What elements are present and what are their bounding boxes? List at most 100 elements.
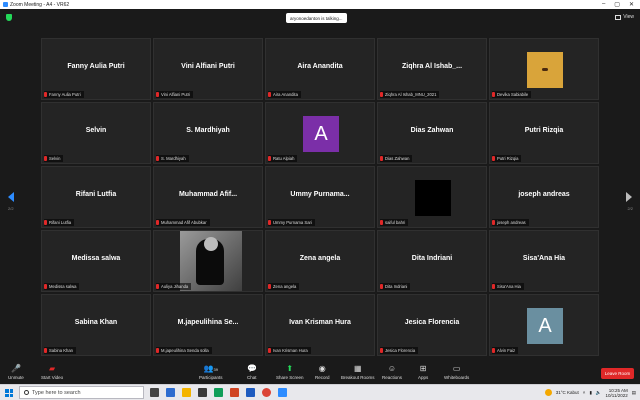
weather-text[interactable]: 31°C Kabut <box>556 390 579 395</box>
profile-picture-mark <box>542 68 548 71</box>
file-explorer-icon[interactable] <box>182 388 191 397</box>
view-button[interactable]: View <box>615 14 634 20</box>
taskbar-search-box[interactable]: Type here to search <box>19 386 144 399</box>
gallery-view: Fanny Aulia Putri Fanny Aulia Putri Vini… <box>41 38 599 356</box>
participant-label-text: Ivan Krisman Hura <box>273 348 308 353</box>
participant-tile[interactable]: S. Mardhiyah S. Mardhiyah <box>153 102 263 164</box>
participant-tile[interactable]: Dias Zahwan Dias Zahwan <box>377 102 487 164</box>
avatar-letter: A <box>303 116 339 152</box>
participant-tile[interactable]: Auliya Jihanda <box>153 230 263 292</box>
store-icon[interactable] <box>198 388 207 397</box>
window-controls: – ▢ ✕ <box>602 1 640 8</box>
participant-label: Alvin Faiz <box>492 347 519 354</box>
participant-tile[interactable]: Medissa salwa Medissa salwa <box>41 230 151 292</box>
participant-tile[interactable]: Vini Alfiani Putri Vini Alfiani Putri <box>153 38 263 100</box>
participant-label: Vini Alfiani Putri <box>156 91 194 98</box>
muted-mic-icon <box>492 220 495 225</box>
maximize-icon[interactable]: ▢ <box>614 1 620 8</box>
participant-name: Putri Rizqia <box>524 127 564 134</box>
next-page-arrow-icon[interactable] <box>626 192 632 202</box>
muted-mic-icon <box>380 284 383 289</box>
avatar-letter: A <box>527 308 563 344</box>
participant-tile[interactable]: Rifani Lutfia Rifani Lutfia <box>41 166 151 228</box>
participant-label-text: Aira Anandita <box>273 92 298 97</box>
participant-tile[interactable]: Fanny Aulia Putri Fanny Aulia Putri <box>41 38 151 100</box>
participant-tile[interactable]: M.japeulihina Se... M.japeulihina Senda … <box>153 294 263 356</box>
participant-label: Fanny Aulia Putri <box>44 91 84 98</box>
breakout-rooms-button[interactable]: ▦ Breakout Rooms <box>341 364 375 381</box>
word-icon[interactable] <box>246 388 255 397</box>
participant-tile[interactable]: Jesica Florencia Jesica Florencia <box>377 294 487 356</box>
apps-button[interactable]: ⊞ Apps <box>418 364 428 381</box>
participant-tile[interactable]: A Ratu Alpiah <box>265 102 375 164</box>
participant-label: Sabina Khan <box>44 347 76 354</box>
zoom-app-icon <box>3 2 8 7</box>
participant-name: Aira Anandita <box>297 63 343 70</box>
participant-label: joseph andreas <box>492 219 529 226</box>
participant-name: Dita Indriani <box>411 255 453 262</box>
muted-mic-icon <box>268 284 271 289</box>
close-icon[interactable]: ✕ <box>629 1 634 8</box>
zoom-taskbar-icon[interactable] <box>278 388 287 397</box>
whiteboards-button[interactable]: ▭ Whiteboards <box>444 365 469 381</box>
notification-icon[interactable]: ▤ <box>632 390 636 396</box>
participant-tile[interactable]: Ziqhra Al Ishab_... Ziqhra Al Ishab_MNU_… <box>377 38 487 100</box>
muted-mic-icon <box>380 92 383 97</box>
clock[interactable]: 10:25 AM 10/11/2022 <box>606 388 628 398</box>
leave-room-button[interactable]: Leave Room <box>601 368 634 379</box>
participant-label-text: Fanny Aulia Putri <box>49 92 81 97</box>
chrome-icon[interactable] <box>262 388 271 397</box>
chat-button[interactable]: 💬 Chat <box>247 365 257 381</box>
participant-label-text: Ziqhra Al Ishab_MNU_2021 <box>385 92 437 97</box>
participant-tile[interactable]: Devika Sabiabile <box>489 38 599 100</box>
participants-button[interactable]: 👥39 Participants <box>199 365 223 381</box>
page-indicator-left: 2/2 <box>8 206 14 211</box>
participant-name: Sisa'Ana Hia <box>522 255 566 262</box>
previous-page-arrow-icon[interactable] <box>8 192 14 202</box>
meeting-top-bar: aryonoedanton is talking... View <box>0 9 640 27</box>
minimize-icon[interactable]: – <box>602 1 605 8</box>
windows-taskbar: Type here to search 31°C Kabut ˄ ▮ 🔈 10:… <box>0 384 640 400</box>
participant-tile[interactable]: Putri Rizqia Putri Rizqia <box>489 102 599 164</box>
participant-tile[interactable]: Ummy Purnama... Ummy Purnama Sari <box>265 166 375 228</box>
participant-tile[interactable]: joseph andreas joseph andreas <box>489 166 599 228</box>
muted-mic-icon <box>380 348 383 353</box>
edge-icon[interactable] <box>166 388 175 397</box>
participant-label: Aira Anandita <box>268 91 301 98</box>
participant-label-text: Dita Indriani <box>385 284 408 289</box>
participant-label: Medissa salwa <box>44 283 80 290</box>
participant-tile[interactable]: Aira Anandita Aira Anandita <box>265 38 375 100</box>
chevron-up-icon[interactable]: ˄ <box>583 390 586 395</box>
unmute-button[interactable]: 🎤 Unmute <box>8 365 24 381</box>
participant-label-text: S. Mardhiyah <box>161 156 186 161</box>
record-button[interactable]: ◉ Record <box>315 365 330 381</box>
participant-tile[interactable]: Selvin Selvin <box>41 102 151 164</box>
participant-tile[interactable]: Sisa'Ana Hia Sisa'Ana Hia <box>489 230 599 292</box>
chat-label: Chat <box>247 375 257 380</box>
share-screen-button[interactable]: ⬆ Share Screen <box>276 365 304 381</box>
volume-icon[interactable]: 🔈 <box>596 390 602 396</box>
participant-tile[interactable]: A Alvin Faiz <box>489 294 599 356</box>
participant-tile[interactable]: Sabina Khan Sabina Khan <box>41 294 151 356</box>
view-label: View <box>623 14 634 20</box>
participant-tile[interactable]: saiful bahri <box>377 166 487 228</box>
powerpoint-icon[interactable] <box>230 388 239 397</box>
participant-tile[interactable]: Muhammad Afif... Muhammad Afif Abubkar <box>153 166 263 228</box>
start-video-button[interactable]: ▰ Start Video <box>41 365 63 381</box>
security-shield-icon[interactable] <box>6 14 12 21</box>
talking-indicator: aryonoedanton is talking... <box>286 13 347 23</box>
participant-name: Ivan Krisman Hura <box>289 319 351 326</box>
participant-tile[interactable]: Dita Indriani Dita Indriani <box>377 230 487 292</box>
reactions-button[interactable]: ☺ Reactions <box>382 364 402 381</box>
task-view-icon[interactable] <box>150 388 159 397</box>
participant-tile[interactable]: Ivan Krisman Hura Ivan Krisman Hura <box>265 294 375 356</box>
windows-start-icon[interactable] <box>5 389 13 397</box>
apps-icon: ⊞ <box>419 364 427 373</box>
network-icon[interactable]: ▮ <box>589 390 591 396</box>
breakout-rooms-icon: ▦ <box>353 364 362 373</box>
participant-name: Rifani Lutfia <box>75 191 117 198</box>
reactions-icon: ☺ <box>387 364 397 373</box>
muted-mic-icon <box>44 348 47 353</box>
excel-icon[interactable] <box>214 388 223 397</box>
participant-tile[interactable]: Zena angela Zena angela <box>265 230 375 292</box>
